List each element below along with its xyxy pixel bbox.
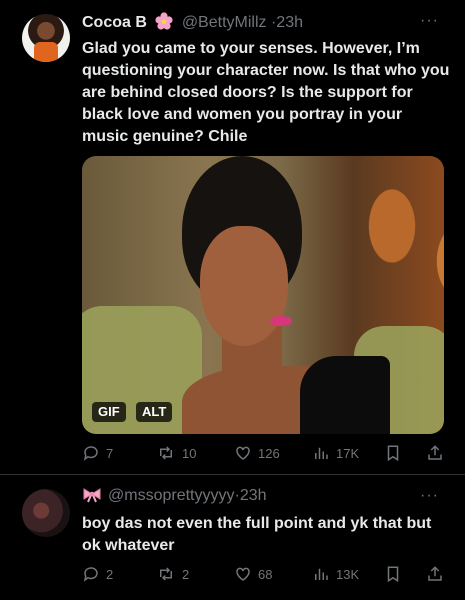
- like-button[interactable]: 126: [234, 444, 280, 462]
- action-bar: 2 2 68 13K: [82, 565, 452, 585]
- avatar[interactable]: [22, 14, 70, 62]
- reply-button[interactable]: 7: [82, 444, 113, 462]
- retweet-icon: [156, 444, 176, 462]
- like-count: 126: [258, 445, 280, 461]
- reply-button[interactable]: 2: [82, 565, 113, 583]
- tweet-header: Cocoa B @BettyMillz ·23h: [82, 12, 303, 35]
- retweet-icon: [156, 565, 176, 583]
- heart-icon: [234, 565, 252, 583]
- views-button[interactable]: 13K: [312, 565, 359, 583]
- reply-icon: [82, 565, 100, 583]
- view-count: 17K: [336, 445, 360, 461]
- bookmark-button[interactable]: [384, 444, 402, 462]
- heart-icon: [234, 444, 252, 462]
- share-button[interactable]: [426, 565, 444, 583]
- like-button[interactable]: 68: [234, 565, 272, 583]
- views-button[interactable]: 17K: [312, 444, 359, 462]
- display-name[interactable]: Cocoa B: [82, 14, 147, 31]
- bookmark-button[interactable]: [384, 565, 402, 583]
- tweet-header: @mssoprettyyyyy·23h: [82, 487, 267, 508]
- timestamp[interactable]: 23h: [276, 14, 303, 31]
- retweet-count: 10: [182, 445, 197, 461]
- avatar[interactable]: [22, 489, 70, 537]
- tweet[interactable]: @mssoprettyyyyy·23h ··· boy das not even…: [0, 475, 465, 600]
- bookmark-icon: [384, 565, 402, 583]
- timestamp[interactable]: 23h: [240, 487, 267, 504]
- tweet-text: Glad you came to your senses. However, I…: [82, 40, 450, 145]
- alt-badge[interactable]: ALT: [136, 402, 173, 422]
- tweet-text: boy das not even the full point and yk t…: [82, 515, 432, 554]
- share-icon: [426, 444, 444, 462]
- tweet-gif[interactable]: GIF ALT: [82, 156, 444, 434]
- share-icon: [426, 565, 444, 583]
- ribbon-emoji-icon: [82, 487, 102, 508]
- user-handle[interactable]: @BettyMillz: [182, 14, 267, 31]
- more-icon[interactable]: ···: [420, 12, 439, 30]
- action-bar: 7 10 126 17K: [82, 444, 452, 464]
- view-count: 13K: [336, 566, 360, 582]
- tweet[interactable]: Cocoa B @BettyMillz ·23h ··· Glad you ca…: [0, 0, 465, 474]
- reply-icon: [82, 444, 100, 462]
- bookmark-icon: [384, 444, 402, 462]
- user-handle[interactable]: @mssoprettyyyyy: [108, 487, 234, 504]
- retweet-count: 2: [182, 566, 190, 582]
- like-count: 68: [258, 566, 273, 582]
- reply-count: 2: [106, 566, 114, 582]
- retweet-button[interactable]: 10: [156, 444, 196, 462]
- views-icon: [312, 565, 330, 583]
- gif-badge: GIF: [92, 402, 126, 422]
- retweet-button[interactable]: 2: [156, 565, 189, 583]
- views-icon: [312, 444, 330, 462]
- flower-emoji-icon: [155, 12, 173, 35]
- more-icon[interactable]: ···: [420, 487, 439, 505]
- reply-count: 7: [106, 445, 114, 461]
- share-button[interactable]: [426, 444, 444, 462]
